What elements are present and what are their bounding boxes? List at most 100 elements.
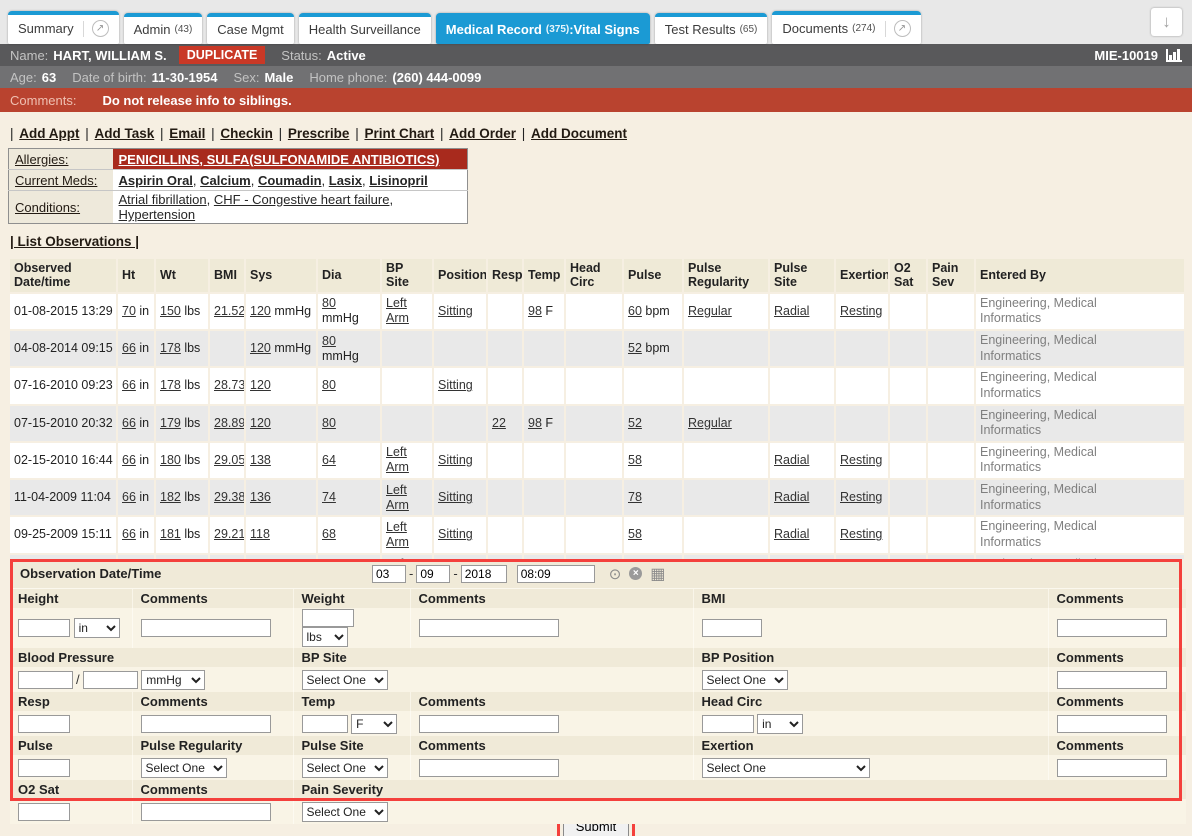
obs-month-input[interactable] <box>372 565 406 583</box>
dia-value-link[interactable]: 68 <box>322 527 336 541</box>
temp-input[interactable] <box>302 715 348 733</box>
med-link-lisinopril[interactable]: Lisinopril <box>369 173 428 188</box>
height-comments-input[interactable] <box>141 619 271 637</box>
sys-value-link[interactable]: 120 <box>250 341 271 355</box>
med-link-calcium[interactable]: Calcium <box>200 173 251 188</box>
condition-link-atrial-fibrillation[interactable]: Atrial fibrillation <box>119 192 207 207</box>
clock-icon[interactable]: ⊙ <box>609 565 622 583</box>
download-button[interactable]: ↓ <box>1151 8 1182 36</box>
ht-value-link[interactable]: 66 <box>122 453 136 467</box>
tab-case-mgmt[interactable]: Case Mgmt <box>207 13 293 44</box>
bmi-value-link[interactable]: 21.52 <box>214 304 244 318</box>
resp-value-link[interactable]: 22 <box>492 416 506 430</box>
wt-value-link[interactable]: 181 <box>160 527 181 541</box>
pulse_reg-value-link[interactable]: Regular <box>688 416 732 430</box>
head-circ-comments-input[interactable] <box>1057 715 1167 733</box>
action-link-checkin[interactable]: Checkin <box>220 126 273 141</box>
temp-value-link[interactable]: 98 <box>528 416 542 430</box>
action-link-add-task[interactable]: Add Task <box>95 126 155 141</box>
temp-value-link[interactable]: 98 <box>528 304 542 318</box>
pulse-value-link[interactable]: 52 <box>628 341 642 355</box>
sys-value-link[interactable]: 136 <box>250 490 271 504</box>
pulse-value-link[interactable]: 78 <box>628 490 642 504</box>
dia-value-link[interactable]: 80 <box>322 334 336 348</box>
o2-sat-input[interactable] <box>18 803 70 821</box>
bp_site-value-link[interactable]: Left Arm <box>386 296 409 325</box>
med-link-coumadin[interactable]: Coumadin <box>258 173 322 188</box>
sys-value-link[interactable]: 120 <box>250 378 271 392</box>
pulse-value-link[interactable]: 52 <box>628 416 642 430</box>
pulse-regularity-select[interactable]: Select One <box>141 758 227 778</box>
current-meds-link[interactable]: Current Meds: <box>15 173 97 188</box>
pulse_site-value-link[interactable]: Radial <box>774 304 809 318</box>
action-link-add-order[interactable]: Add Order <box>449 126 516 141</box>
height-unit-select[interactable]: in <box>74 618 120 638</box>
exertion-select[interactable]: Select One <box>702 758 870 778</box>
allergies-link[interactable]: Allergies: <box>15 152 68 167</box>
head-circ-unit-select[interactable]: in <box>757 714 803 734</box>
bp-comments-input[interactable] <box>1057 671 1167 689</box>
temp-unit-select[interactable]: F <box>351 714 397 734</box>
wt-value-link[interactable]: 180 <box>160 453 181 467</box>
bp_site-value-link[interactable]: Left Arm <box>386 445 409 474</box>
pulse-site-select[interactable]: Select One <box>302 758 388 778</box>
ht-value-link[interactable]: 70 <box>122 304 136 318</box>
bp_site-value-link[interactable]: Left Arm <box>386 483 409 512</box>
popout-icon[interactable]: ↗ <box>894 20 911 37</box>
weight-input[interactable] <box>302 609 354 627</box>
bmi-value-link[interactable]: 28.89 <box>214 416 244 430</box>
dia-value-link[interactable]: 80 <box>322 296 336 310</box>
exertion-value-link[interactable]: Resting <box>840 304 882 318</box>
wt-value-link[interactable]: 182 <box>160 490 181 504</box>
condition-link-chf-congestive-heart-failure[interactable]: CHF - Congestive heart failure <box>214 192 390 207</box>
tab-summary[interactable]: Summary↗ <box>8 11 119 44</box>
dia-value-link[interactable]: 64 <box>322 453 336 467</box>
bp-site-select[interactable]: Select One <box>302 670 388 690</box>
allergy-value-link[interactable]: PENICILLINS, SULFA(SULFONAMIDE ANTIBIOTI… <box>119 152 440 167</box>
pulse_reg-value-link[interactable]: Regular <box>688 304 732 318</box>
action-link-email[interactable]: Email <box>169 126 205 141</box>
position-value-link[interactable]: Sitting <box>438 527 473 541</box>
bp_site-value-link[interactable]: Left Arm <box>386 520 409 549</box>
list-observations-link[interactable]: | List Observations | <box>10 234 139 249</box>
pulse_site-value-link[interactable]: Radial <box>774 453 809 467</box>
obs-day-input[interactable] <box>416 565 450 583</box>
position-value-link[interactable]: Sitting <box>438 304 473 318</box>
temp-comments-input[interactable] <box>419 715 559 733</box>
exertion-value-link[interactable]: Resting <box>840 527 882 541</box>
condition-link-hypertension[interactable]: Hypertension <box>119 207 196 222</box>
bp-diastolic-input[interactable] <box>83 671 138 689</box>
o2-comments-input[interactable] <box>141 803 271 821</box>
resp-input[interactable] <box>18 715 70 733</box>
exertion-comments-input[interactable] <box>1057 759 1167 777</box>
position-value-link[interactable]: Sitting <box>438 453 473 467</box>
ht-value-link[interactable]: 66 <box>122 341 136 355</box>
ht-value-link[interactable]: 66 <box>122 378 136 392</box>
action-link-add-appt[interactable]: Add Appt <box>19 126 79 141</box>
sys-value-link[interactable]: 138 <box>250 453 271 467</box>
dia-value-link[interactable]: 80 <box>322 416 336 430</box>
pulse_site-value-link[interactable]: Radial <box>774 490 809 504</box>
exertion-value-link[interactable]: Resting <box>840 453 882 467</box>
pulse-value-link[interactable]: 58 <box>628 453 642 467</box>
med-link-aspirin-oral[interactable]: Aspirin Oral <box>119 173 193 188</box>
tab-test-results[interactable]: Test Results(65) <box>655 13 768 44</box>
ht-value-link[interactable]: 66 <box>122 527 136 541</box>
tab-documents[interactable]: Documents(274)↗ <box>772 11 920 44</box>
sys-value-link[interactable]: 120 <box>250 416 271 430</box>
sys-value-link[interactable]: 120 <box>250 304 271 318</box>
action-link-add-document[interactable]: Add Document <box>531 126 627 141</box>
resp-comments-input[interactable] <box>141 715 271 733</box>
bp-position-select[interactable]: Select One <box>702 670 788 690</box>
wt-value-link[interactable]: 178 <box>160 378 181 392</box>
height-input[interactable] <box>18 619 70 637</box>
bmi-value-link[interactable]: 29.38 <box>214 490 244 504</box>
pain-severity-select[interactable]: Select One <box>302 802 388 822</box>
bmi-value-link[interactable]: 28.73 <box>214 378 244 392</box>
tab-admin[interactable]: Admin(43) <box>124 13 203 44</box>
tab-health-surveillance[interactable]: Health Surveillance <box>299 13 431 44</box>
med-link-lasix[interactable]: Lasix <box>329 173 362 188</box>
position-value-link[interactable]: Sitting <box>438 490 473 504</box>
calendar-icon[interactable]: ▦ <box>650 564 665 584</box>
obs-time-input[interactable] <box>517 565 595 583</box>
